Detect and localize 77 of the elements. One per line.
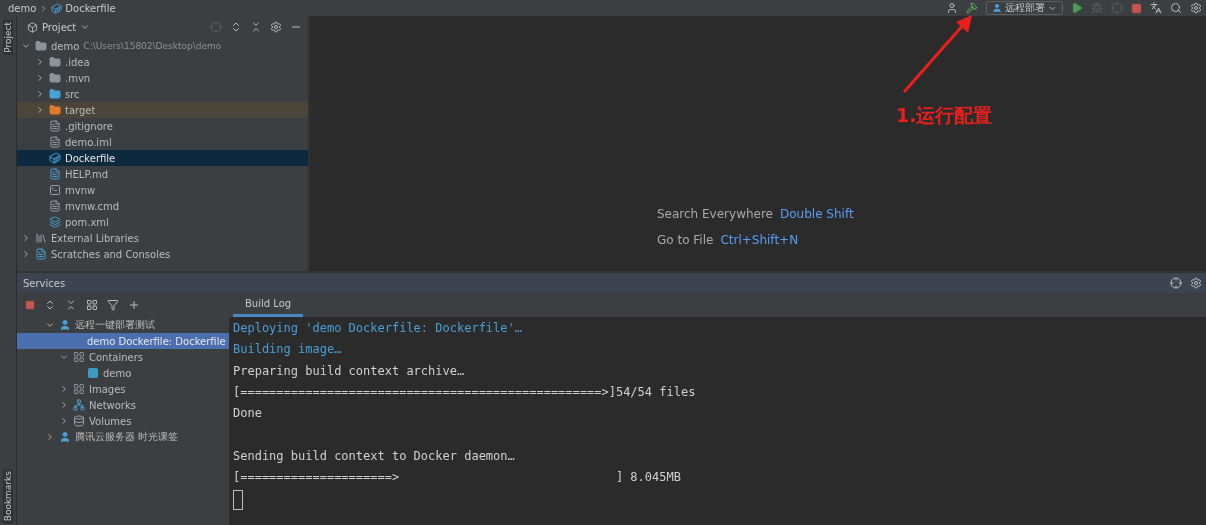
tree-item[interactable]: Containers bbox=[17, 349, 229, 365]
project-path: C:\Users\15802\Desktop\demo bbox=[83, 41, 222, 51]
user-icon[interactable] bbox=[946, 2, 958, 14]
add-icon[interactable] bbox=[128, 299, 140, 311]
group-icon[interactable] bbox=[86, 299, 98, 311]
collapse-all-icon[interactable] bbox=[65, 299, 77, 311]
tree-item[interactable]: 远程一键部署测试 bbox=[17, 317, 229, 333]
hint-label: Search Everywhere bbox=[657, 207, 773, 221]
tree-item[interactable]: demo.iml bbox=[17, 134, 308, 150]
chevron-down-icon bbox=[59, 352, 69, 362]
log-line: [=====================> ] 8.045MB bbox=[233, 469, 682, 487]
tree-item[interactable]: HELP.md bbox=[17, 166, 308, 182]
tree-item[interactable]: target bbox=[17, 102, 308, 118]
server-icon bbox=[59, 431, 71, 443]
chevron-down-icon bbox=[45, 320, 55, 330]
target-icon[interactable] bbox=[1170, 277, 1182, 289]
log-line: Sending build context to Docker daemon… bbox=[233, 447, 516, 465]
volume-icon bbox=[73, 415, 85, 427]
tree-item[interactable]: External Libraries bbox=[17, 230, 308, 246]
bookmarks-side-tab[interactable]: Bookmarks bbox=[3, 468, 13, 523]
network-icon bbox=[73, 399, 85, 411]
folder-icon bbox=[35, 40, 47, 52]
tree-item[interactable]: Scratches and Consoles bbox=[17, 246, 308, 262]
annotation-text: 1.运行配置 bbox=[896, 103, 993, 128]
expand-all-icon[interactable] bbox=[230, 21, 242, 33]
tree-item[interactable]: .mvn bbox=[17, 70, 308, 86]
server-icon bbox=[59, 319, 71, 331]
shortcut-text: Ctrl+Shift+N bbox=[720, 233, 799, 247]
log-line: Deploying 'demo Dockerfile: Dockerfile'… bbox=[233, 320, 523, 337]
tree-item[interactable]: .gitignore bbox=[17, 118, 308, 134]
grid-icon bbox=[73, 351, 85, 363]
server-icon bbox=[992, 3, 1002, 13]
panel-title: Services bbox=[23, 277, 66, 289]
expand-all-icon[interactable] bbox=[44, 299, 56, 311]
tree-item[interactable]: demo Dockerfile: Dockerfile bbox=[17, 333, 229, 349]
tab[interactable]: Build Log bbox=[233, 293, 304, 317]
tree-item[interactable]: 腾讯云服务器 时光课签 bbox=[17, 429, 229, 445]
tree-item[interactable]: demo bbox=[17, 365, 229, 381]
tree-item[interactable]: mvnw.cmd bbox=[17, 198, 308, 214]
tree-item[interactable]: src bbox=[17, 86, 308, 102]
breadcrumb-item[interactable]: demo bbox=[8, 2, 37, 14]
log-line: Done bbox=[233, 405, 263, 423]
run-icon[interactable] bbox=[1071, 2, 1083, 14]
project-side-tab[interactable]: Project bbox=[3, 20, 13, 55]
tree-item[interactable]: Volumes bbox=[17, 413, 229, 429]
hint-label: Go to File bbox=[657, 233, 714, 247]
settings-icon[interactable] bbox=[1190, 2, 1202, 14]
caret-icon[interactable] bbox=[80, 22, 91, 32]
log-line: [==================================================>]54/54 files bbox=[233, 383, 697, 401]
filter-icon[interactable] bbox=[107, 299, 119, 311]
settings-icon[interactable] bbox=[270, 21, 282, 33]
log-line: Preparing build context archive… bbox=[233, 362, 466, 380]
collapse-all-icon[interactable] bbox=[250, 21, 262, 33]
search-icon[interactable] bbox=[1170, 2, 1182, 14]
tree-item[interactable]: mvnw bbox=[17, 182, 308, 198]
chevron-down-icon bbox=[21, 41, 31, 51]
text-cursor bbox=[233, 490, 243, 511]
tree-item[interactable]: .idea bbox=[17, 54, 308, 70]
breadcrumb-item[interactable]: Dockerfile bbox=[65, 2, 116, 14]
run-configuration-dropdown[interactable]: 远程部署 bbox=[986, 1, 1063, 15]
log-line: Building image… bbox=[233, 341, 343, 359]
terminal-file-icon bbox=[49, 184, 61, 196]
settings-icon[interactable] bbox=[1190, 277, 1202, 289]
stop-icon[interactable] bbox=[1131, 2, 1142, 14]
container-icon bbox=[87, 367, 99, 379]
build-icon[interactable] bbox=[966, 2, 978, 14]
grid-icon bbox=[73, 383, 85, 395]
translate-icon[interactable] bbox=[1150, 2, 1162, 14]
panel-title[interactable]: Project bbox=[42, 21, 77, 33]
library-icon bbox=[35, 232, 47, 244]
tree-item[interactable]: Images bbox=[17, 381, 229, 397]
shortcut-text: Double Shift bbox=[780, 207, 854, 221]
stop-icon[interactable] bbox=[25, 300, 35, 310]
tree-item[interactable]: pom.xml bbox=[17, 214, 308, 230]
tree-item[interactable]: demo C:\Users\15802\Desktop\demo bbox=[17, 38, 308, 54]
tree-item[interactable]: Dockerfile bbox=[17, 150, 308, 166]
tree-item[interactable]: Networks bbox=[17, 397, 229, 413]
